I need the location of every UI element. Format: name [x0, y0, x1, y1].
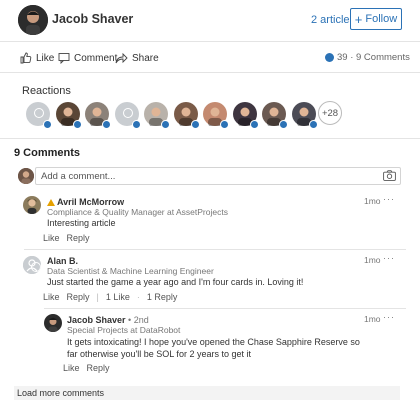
more-reactions-button[interactable]: +28	[318, 101, 342, 125]
follow-button[interactable]: + Follow	[350, 8, 402, 30]
more-options-icon[interactable]: ···	[383, 312, 395, 322]
reactor-avatar[interactable]	[203, 102, 229, 129]
comments-title: 9 Comments	[14, 147, 81, 159]
commenter-name-text: Jacob Shaver	[67, 315, 126, 325]
comment-reply-button[interactable]: Reply	[67, 233, 90, 243]
commenter-avatar[interactable]	[23, 196, 41, 214]
plus-icon: +	[354, 11, 363, 27]
commenter-headline: Special Projects at DataRobot	[67, 325, 181, 335]
reactor-avatar[interactable]	[232, 102, 259, 129]
warning-icon	[47, 199, 55, 206]
like-reaction-icon	[325, 53, 334, 62]
like-badge-icon	[43, 120, 52, 129]
header-divider	[0, 41, 420, 42]
commenter-photo-icon	[44, 314, 62, 332]
comment-like-button[interactable]: Like	[63, 363, 80, 373]
reactor-avatar[interactable]	[55, 102, 82, 129]
comment-like-button[interactable]: Like	[43, 292, 60, 302]
comment-button[interactable]: Comment	[58, 51, 117, 65]
comment-reply-button[interactable]: Reply	[87, 363, 110, 373]
like-badge-icon	[279, 120, 288, 129]
reactions-title: Reactions	[22, 85, 71, 97]
comment-icon	[58, 53, 70, 64]
reactions-divider	[0, 138, 420, 139]
commenter-headline: Data Scientist & Machine Learning Engine…	[47, 266, 214, 276]
commenter-name[interactable]: Alan B.	[47, 256, 78, 266]
default-person-icon	[23, 256, 41, 274]
author-photo-icon	[18, 5, 48, 35]
reactor-avatar[interactable]	[262, 102, 288, 129]
like-badge-icon	[190, 120, 200, 129]
comment-time: 1mo	[364, 196, 381, 206]
articles-link[interactable]: 2 articles	[311, 14, 355, 26]
share-button[interactable]: Share	[115, 51, 159, 65]
share-icon	[115, 52, 128, 64]
more-options-icon[interactable]: ···	[383, 253, 395, 263]
connection-degree: • 2nd	[128, 315, 149, 325]
like-badge-icon	[161, 120, 170, 129]
separator: |	[96, 292, 99, 302]
like-button[interactable]: Like	[20, 51, 54, 65]
load-more-comments-button[interactable]: Load more comments	[14, 386, 400, 400]
author-avatar[interactable]	[18, 5, 48, 35]
my-photo-icon	[18, 168, 34, 184]
like-badge-icon	[220, 120, 229, 129]
commenter-photo-icon	[23, 196, 41, 214]
social-counts[interactable]: 39 · 9 Comments	[325, 52, 410, 63]
author-name[interactable]: Jacob Shaver	[52, 12, 133, 26]
camera-icon[interactable]	[383, 170, 396, 181]
commenter-name-text: Avril McMorrow	[57, 197, 125, 207]
comment-input-placeholder: Add a comment...	[41, 170, 116, 182]
comment-actions: Like Reply	[63, 363, 110, 373]
comment-text: Just started the game a year ago and I'm…	[47, 277, 304, 287]
thumbs-up-icon	[20, 52, 32, 64]
comment-label: Comment	[74, 52, 118, 64]
more-options-icon[interactable]: ···	[383, 194, 395, 204]
reply-divider	[44, 308, 406, 309]
comment-text: It gets intoxicating! I hope you've open…	[67, 337, 360, 359]
follow-label: Follow	[365, 13, 398, 25]
comment-reply-button[interactable]: Reply	[67, 292, 90, 302]
actions-divider	[0, 72, 420, 73]
commenter-name[interactable]: Avril McMorrow	[47, 197, 124, 207]
like-badge-icon	[131, 120, 141, 129]
comment-input[interactable]: Add a comment...	[35, 167, 401, 185]
comment-time: 1mo	[364, 255, 381, 265]
dot-separator: ·	[136, 292, 140, 302]
my-avatar	[18, 168, 34, 184]
commenter-avatar[interactable]	[44, 314, 62, 332]
comment-actions: Like Reply	[43, 233, 90, 243]
commenter-name[interactable]: Jacob Shaver • 2nd	[67, 315, 149, 325]
comment-replies-count[interactable]: 1 Reply	[147, 292, 178, 302]
comment-actions: Like Reply | 1 Like · 1 Reply	[43, 292, 177, 302]
like-badge-icon	[249, 120, 259, 129]
reactor-avatar[interactable]	[85, 102, 111, 129]
reactor-avatar[interactable]	[291, 102, 318, 129]
reactor-avatar[interactable]	[144, 102, 170, 129]
reactor-avatar[interactable]	[114, 102, 141, 129]
comment-likes-count[interactable]: 1 Like	[106, 292, 130, 302]
like-badge-icon	[72, 120, 82, 129]
commenter-avatar[interactable]	[23, 256, 41, 274]
reactor-avatar[interactable]	[173, 102, 200, 129]
comment-text: Interesting article	[47, 218, 116, 228]
commenter-headline: Compliance & Quality Manager at AssetPro…	[47, 207, 228, 217]
share-label: Share	[132, 52, 159, 64]
comment-like-button[interactable]: Like	[43, 233, 60, 243]
like-badge-icon	[102, 120, 111, 129]
like-label: Like	[36, 52, 55, 64]
social-counts-label: 39 · 9 Comments	[337, 52, 410, 63]
comment-divider	[24, 249, 406, 250]
comment-time: 1mo	[364, 314, 381, 324]
reactor-avatar[interactable]	[26, 102, 52, 129]
like-badge-icon	[308, 120, 318, 129]
